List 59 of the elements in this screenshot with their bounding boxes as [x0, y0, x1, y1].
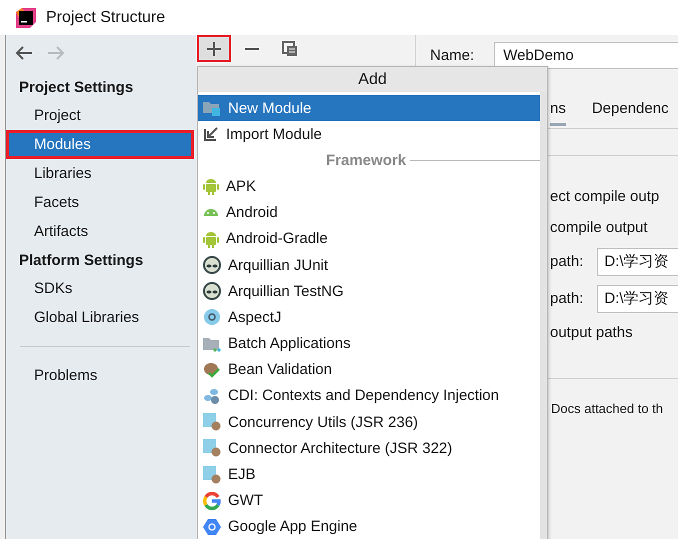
- option-label: ect compile outp: [549, 187, 660, 207]
- popup-title: Add: [198, 67, 547, 92]
- option-label: output paths: [549, 323, 634, 343]
- name-label: Name:: [430, 46, 474, 64]
- menu-item[interactable]: Arquillian JUnit: [198, 252, 540, 278]
- g-ring-icon: [203, 492, 221, 510]
- menu-item[interactable]: EJB: [198, 461, 540, 488]
- name-field[interactable]: WebDemo: [494, 42, 678, 68]
- sidebar-item[interactable]: Libraries: [6, 159, 194, 188]
- menu-item[interactable]: Batch Applications: [198, 330, 540, 357]
- menu-item[interactable]: Android: [198, 200, 540, 226]
- plus-icon: [207, 42, 221, 56]
- android-icon: [203, 177, 219, 196]
- folder-icon: [203, 100, 221, 116]
- menu-item[interactable]: Google App Engine: [198, 514, 540, 539]
- menu-item[interactable]: Connector Architecture (JSR 322): [198, 435, 540, 462]
- import-arrow-icon: [203, 126, 219, 142]
- menu-item[interactable]: APK: [198, 173, 540, 200]
- aspect-circle-icon: [203, 308, 221, 326]
- sidebar-item[interactable]: Project: [6, 101, 194, 130]
- path-label: path:: [550, 290, 584, 307]
- menu-item[interactable]: Arquillian TestNG: [198, 278, 540, 304]
- android-icon: [203, 230, 219, 248]
- section-header: Platform Settings: [18, 251, 144, 271]
- path-field[interactable]: D:\学习资: [597, 284, 678, 312]
- path-field[interactable]: D:\学习资: [597, 248, 678, 276]
- back-arrow-icon[interactable]: [15, 46, 33, 60]
- sidebar-item[interactable]: Problems: [6, 361, 194, 390]
- group-header: Framework: [326, 152, 406, 169]
- sidebar-item[interactable]: Modules: [6, 130, 194, 159]
- bean-check-icon: [203, 360, 221, 379]
- copy-icon: [282, 40, 298, 56]
- menu-item[interactable]: GWT: [198, 488, 540, 514]
- hexagon-icon: [203, 518, 221, 536]
- menu-item[interactable]: Import Module: [198, 121, 540, 148]
- path-label: path:: [550, 253, 584, 270]
- alien-icon: [203, 282, 221, 300]
- batch-folder-icon: [203, 336, 221, 352]
- app-logo-icon: [16, 8, 36, 28]
- menu-item[interactable]: AspectJ: [198, 304, 540, 330]
- minus-icon: [245, 48, 259, 50]
- section-header: Project Settings: [18, 78, 134, 98]
- beans-icon: [203, 386, 221, 405]
- square-bean-icon: [203, 466, 221, 484]
- menu-item[interactable]: Android-Gradle: [198, 226, 540, 252]
- window-title: Project Structure: [46, 8, 166, 26]
- option-label: compile output: [549, 218, 649, 238]
- sidebar-item[interactable]: Facets: [6, 188, 194, 217]
- scrollbar[interactable]: [540, 92, 547, 539]
- android-head-icon: [203, 209, 219, 216]
- sidebar-item[interactable]: Global Libraries: [6, 303, 194, 332]
- sidebar-item[interactable]: SDKs: [6, 274, 194, 303]
- square-bean-icon: [203, 413, 221, 432]
- sidebar-item[interactable]: Artifacts: [6, 217, 194, 246]
- add-button[interactable]: [197, 35, 231, 62]
- tab[interactable]: Dependenc: [592, 96, 669, 126]
- menu-item[interactable]: New Module: [198, 95, 540, 122]
- square-bean-icon: [203, 439, 221, 458]
- alien-icon: [203, 256, 221, 274]
